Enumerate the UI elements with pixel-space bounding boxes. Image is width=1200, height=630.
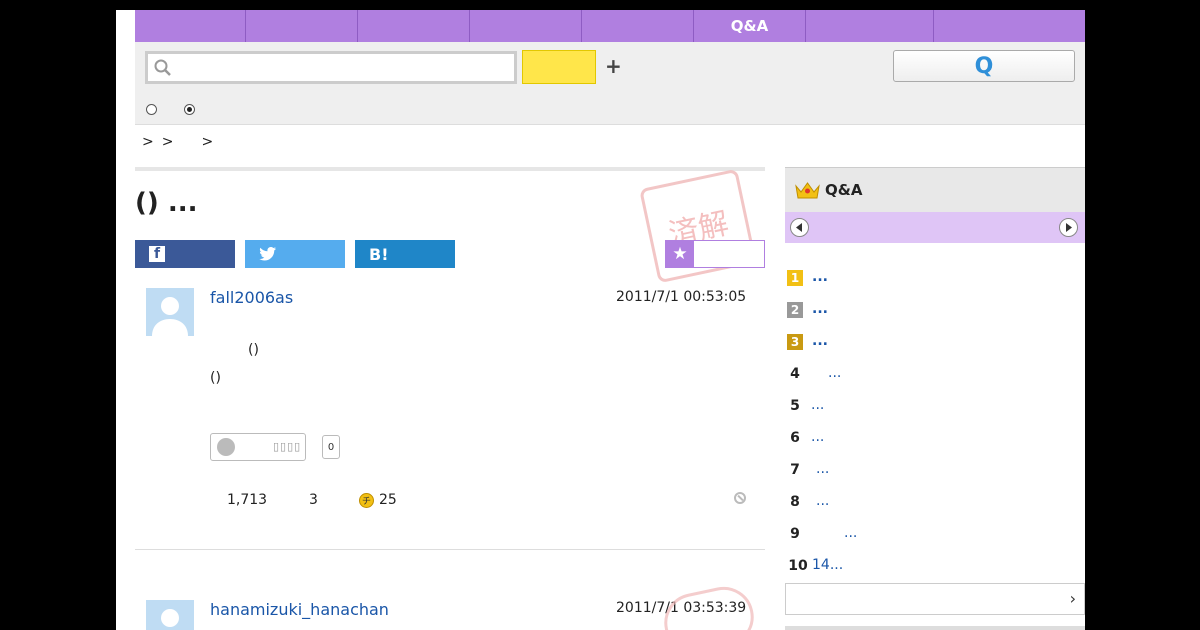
arrow-right-icon[interactable] <box>1059 218 1078 237</box>
rank-text[interactable]: ... <box>812 301 828 317</box>
search-band: + Q <box>135 42 1085 125</box>
facebook-icon: f <box>149 246 165 262</box>
smile-icon <box>217 438 235 456</box>
rank-number: 1 <box>787 270 803 286</box>
star-icon: ★ <box>666 241 694 267</box>
hatena-label: B! <box>369 244 389 264</box>
question-body-line: () <box>248 342 259 358</box>
hatena-bookmark-button[interactable]: B! <box>355 240 455 268</box>
search-icon <box>154 59 171 76</box>
nav-tab-5[interactable] <box>582 10 694 42</box>
ranking-item[interactable]: 4 ... <box>785 363 1085 387</box>
answer-count: 3 <box>309 492 318 508</box>
avatar[interactable] <box>146 600 194 630</box>
rank-text[interactable]: ... <box>811 397 824 413</box>
reaction-button[interactable]: ▯▯▯▯ <box>210 433 306 461</box>
rank-text[interactable]: ... <box>811 429 824 445</box>
nav-tab-7[interactable] <box>806 10 934 42</box>
answer-stamp <box>658 581 760 630</box>
ranking-item[interactable]: 5 ... <box>785 395 1085 419</box>
ranking-item[interactable]: 7 ... <box>785 459 1085 483</box>
facebook-share-button[interactable]: f <box>135 240 235 268</box>
ranking-item[interactable]: 10 14... <box>785 555 1085 579</box>
breadcrumb: > > > <box>142 134 213 150</box>
search-input[interactable] <box>145 51 517 84</box>
chevron-right-icon: › <box>1069 589 1076 608</box>
author-name[interactable]: fall2006as <box>210 288 293 307</box>
rank-number: 5 <box>790 398 800 414</box>
ranking-item[interactable]: 2 ... <box>785 299 1085 323</box>
plus-icon[interactable]: + <box>605 54 622 78</box>
rank-text[interactable]: ... <box>828 365 841 381</box>
twitter-share-button[interactable] <box>245 240 345 268</box>
nav-tab-2[interactable] <box>246 10 358 42</box>
rank-number: 6 <box>790 430 800 446</box>
search-submit-button[interactable]: Q <box>893 50 1075 82</box>
view-count: 1,713 <box>227 492 268 508</box>
breadcrumb-sep: > <box>142 134 154 150</box>
rank-text[interactable]: ... <box>812 269 828 285</box>
arrow-left-icon[interactable] <box>790 218 809 237</box>
rank-number: 2 <box>787 302 803 318</box>
divider <box>135 167 765 171</box>
breadcrumb-sep: > <box>201 134 214 150</box>
breadcrumb-sep: > <box>161 134 174 150</box>
ranking-title: Q&A <box>825 181 863 199</box>
ranking-item[interactable]: 6 ... <box>785 427 1085 451</box>
nav-tab-4[interactable] <box>470 10 582 42</box>
rank-number: 4 <box>790 366 800 382</box>
nav-tab-8[interactable] <box>934 10 1085 42</box>
divider <box>135 549 765 550</box>
rank-text[interactable]: 14... <box>812 557 843 573</box>
rank-number: 7 <box>790 462 800 478</box>
coin-icon: チ <box>359 493 374 508</box>
ranking-item[interactable]: 3 ... <box>785 331 1085 355</box>
twitter-icon <box>259 247 276 261</box>
coin-count: 25 <box>379 492 397 508</box>
favorite-button[interactable]: ★ <box>665 240 765 268</box>
crown-icon <box>795 182 820 199</box>
radio-option-1[interactable] <box>146 104 157 115</box>
reaction-count: 0 <box>322 435 340 459</box>
ranking-more-button[interactable]: › <box>785 583 1085 615</box>
ask-question-button[interactable] <box>522 50 596 84</box>
avatar[interactable] <box>146 288 194 336</box>
reaction-label: ▯▯▯▯ <box>273 440 302 453</box>
rank-number: 8 <box>790 494 800 510</box>
ranking-header: Q&A <box>785 167 1085 212</box>
page: Q&A + Q > > > 済解 () ... f B! ★ fall2006a… <box>116 10 1085 630</box>
answer-author-name[interactable]: hanamizuki_hanachan <box>210 600 389 619</box>
post-datetime: 2011/7/1 00:53:05 <box>616 289 747 305</box>
ad-banner[interactable] <box>785 626 1085 630</box>
ranking-nav <box>785 212 1085 243</box>
rank-text[interactable]: ... <box>812 333 828 349</box>
rank-number: 9 <box>790 526 800 542</box>
nav-tab-1[interactable] <box>135 10 246 42</box>
rank-number: 10 <box>788 558 808 574</box>
nav-tab-3[interactable] <box>358 10 470 42</box>
radio-option-2[interactable] <box>184 104 195 115</box>
rank-text[interactable]: ... <box>816 461 829 477</box>
question-body-line: () <box>210 370 221 386</box>
nav-tab-qa[interactable]: Q&A <box>694 10 806 42</box>
top-nav: Q&A <box>135 10 1085 42</box>
ranking-item[interactable]: 9 ... <box>785 523 1085 547</box>
ranking-sidebar: Q&A 1 ... 2 ... 3 ... 4 ... 5 ... 6 ... … <box>785 167 1085 630</box>
question-title: () ... <box>135 188 198 218</box>
ban-icon[interactable] <box>734 492 746 504</box>
rank-number: 3 <box>787 334 803 350</box>
ranking-item[interactable]: 8 ... <box>785 491 1085 515</box>
rank-text[interactable]: ... <box>844 525 857 541</box>
rank-text[interactable]: ... <box>816 493 829 509</box>
ranking-item[interactable]: 1 ... <box>785 267 1085 291</box>
